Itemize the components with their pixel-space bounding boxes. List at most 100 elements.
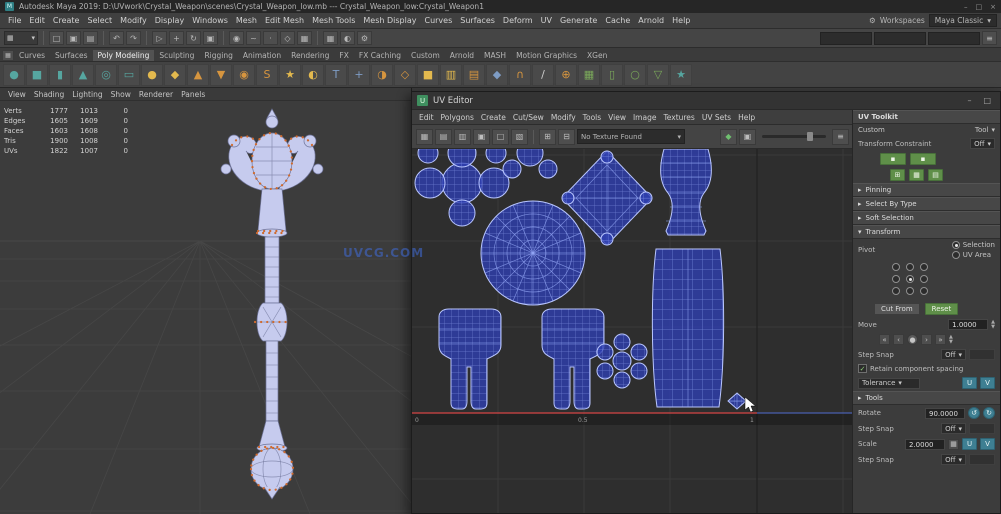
input-field-z[interactable] xyxy=(928,31,980,45)
uv-menu-3[interactable]: Cut/Sew xyxy=(510,113,547,122)
texture-dropdown[interactable]: No Texture Found ▾ xyxy=(577,129,685,144)
uv-borders-toggle-icon[interactable]: □ xyxy=(492,128,509,145)
input-field-x[interactable] xyxy=(820,31,872,45)
shelf-tab-1[interactable]: Surfaces xyxy=(50,50,92,61)
shelf-cube-icon[interactable]: ■ xyxy=(26,63,48,86)
shelf-pipe-icon[interactable]: ◉ xyxy=(233,63,255,86)
panel-menu-3[interactable]: Show xyxy=(108,90,134,99)
uv-grid-quick-button[interactable]: ⊞ xyxy=(890,169,905,181)
uv-pixel-snap-icon[interactable]: ⊟ xyxy=(558,128,575,145)
uv-editor-titlebar[interactable]: U UV Editor – □ xyxy=(412,92,1000,110)
pivot-pos-n[interactable] xyxy=(906,263,914,271)
shelf-sphere-icon[interactable]: ● xyxy=(3,63,25,86)
shelf-target-weld-icon[interactable]: ⊕ xyxy=(555,63,577,86)
cut-from-button[interactable]: Cut From xyxy=(874,303,920,315)
uv-menu-10[interactable]: Help xyxy=(735,113,758,122)
shelf-boolean-difference-icon[interactable]: ◇ xyxy=(394,63,416,86)
uv-shaded-toggle-icon[interactable]: ▤ xyxy=(435,128,452,145)
move-step-snap-dropdown[interactable]: Off ▾ xyxy=(941,349,966,360)
uv-grid-toggle-icon[interactable]: ▦ xyxy=(416,128,433,145)
uv-menu-1[interactable]: Polygons xyxy=(438,113,477,122)
panel-menu-4[interactable]: Renderer xyxy=(136,90,176,99)
snap-to-curve-icon[interactable]: ~ xyxy=(246,31,261,45)
menu-7[interactable]: Mesh xyxy=(232,15,261,26)
menu-14[interactable]: UV xyxy=(537,15,556,26)
uv-menu-2[interactable]: Create xyxy=(478,113,509,122)
shelf-helix-icon[interactable]: S xyxy=(256,63,278,86)
move-right-button[interactable]: › xyxy=(921,334,932,345)
uv-shade-quick-button[interactable]: ▤ xyxy=(928,169,943,181)
menu-17[interactable]: Arnold xyxy=(634,15,668,26)
uv-texture-toggle-icon[interactable]: ▣ xyxy=(473,128,490,145)
shelf-bevel-icon[interactable]: ◆ xyxy=(486,63,508,86)
menu-10[interactable]: Mesh Display xyxy=(359,15,420,26)
shelf-cone-icon[interactable]: ▲ xyxy=(72,63,94,86)
tolerance-u-button[interactable]: U xyxy=(962,377,977,389)
uv-wireframe-toggle-icon[interactable]: ▥ xyxy=(454,128,471,145)
scale-value-input[interactable]: 2.0000 xyxy=(905,438,945,450)
uv-menu-9[interactable]: UV Sets xyxy=(699,113,734,122)
shelf-combine-icon[interactable]: ■ xyxy=(417,63,439,86)
input-field-y[interactable] xyxy=(874,31,926,45)
retain-spacing-checkbox[interactable]: ✓ xyxy=(858,364,867,373)
pivot-pos-nw[interactable] xyxy=(892,263,900,271)
menu-16[interactable]: Cache xyxy=(601,15,634,26)
menu-9[interactable]: Mesh Tools xyxy=(308,15,359,26)
scale-step-snap-dropdown[interactable]: Off ▾ xyxy=(941,454,966,465)
move-far-right-button[interactable]: » xyxy=(935,334,946,345)
move-center-button[interactable]: ● xyxy=(907,334,918,345)
menu-3[interactable]: Select xyxy=(83,15,116,26)
scale-u-button[interactable]: U xyxy=(962,438,977,450)
uv-shell-column[interactable] xyxy=(651,248,725,408)
move-value-input[interactable]: 1.0000 xyxy=(948,319,989,330)
shelf-tab-12[interactable]: Motion Graphics xyxy=(511,50,582,61)
menu-4[interactable]: Modify xyxy=(116,15,151,26)
move-tool-icon[interactable]: + xyxy=(169,31,184,45)
section-pinning[interactable]: ▸ Pinning xyxy=(853,183,1000,197)
undo-icon[interactable]: ↶ xyxy=(109,31,124,45)
section-select-by-type[interactable]: ▸ Select By Type xyxy=(853,197,1000,211)
panel-menu-2[interactable]: Lighting xyxy=(69,90,105,99)
select-tool-icon[interactable]: ▷ xyxy=(152,31,167,45)
pivot-pos-e[interactable] xyxy=(920,275,928,283)
uv-canvas[interactable]: 0 0.5 1 xyxy=(412,149,853,513)
scale-tool-icon[interactable]: ▣ xyxy=(203,31,218,45)
panel-menu-1[interactable]: Shading xyxy=(31,90,67,99)
scale-options-button[interactable]: ▦ xyxy=(948,438,959,450)
transform-constraint-dropdown[interactable]: Off ▾ xyxy=(970,138,995,149)
shelf-torus-icon[interactable]: ◎ xyxy=(95,63,117,86)
shelf-tab-5[interactable]: Animation xyxy=(238,50,286,61)
new-scene-icon[interactable]: □ xyxy=(49,31,64,45)
open-scene-icon[interactable]: ▣ xyxy=(66,31,81,45)
rotate-value-input[interactable]: 90.0000 xyxy=(925,407,965,419)
menu-1[interactable]: Edit xyxy=(25,15,49,26)
rotate-ccw-button[interactable]: ↺ xyxy=(968,407,980,419)
uv-minimize-button[interactable]: – xyxy=(967,96,971,105)
menu-13[interactable]: Deform xyxy=(499,15,537,26)
shelf-tab-4[interactable]: Rigging xyxy=(199,50,237,61)
redo-icon[interactable]: ↷ xyxy=(126,31,141,45)
tolerance-dropdown[interactable]: Tolerance ▾ xyxy=(858,377,920,389)
shelf-favorites-icon[interactable]: ★ xyxy=(670,63,692,86)
section-soft-selection[interactable]: ▸ Soft Selection xyxy=(853,211,1000,225)
perspective-viewport[interactable]: View Shading Lighting Show Renderer Panels Ve… xyxy=(0,88,412,514)
tab-custom[interactable]: Custom xyxy=(858,126,885,134)
save-scene-icon[interactable]: ▤ xyxy=(83,31,98,45)
shelf-separate-icon[interactable]: ▥ xyxy=(440,63,462,86)
shelf-menu-icon[interactable]: ▦ xyxy=(2,50,14,61)
slider-thumb[interactable] xyxy=(806,132,813,141)
uv-menu-8[interactable]: Textures xyxy=(660,113,697,122)
shelf-tab-0[interactable]: Curves xyxy=(14,50,50,61)
shelf-svg-icon[interactable]: + xyxy=(348,63,370,86)
shelf-mirror-icon[interactable]: ▯ xyxy=(601,63,623,86)
uv-sew-quick-button[interactable]: ▪ xyxy=(910,153,936,165)
menu-8[interactable]: Edit Mesh xyxy=(261,15,308,26)
uv-menu-5[interactable]: Tools xyxy=(580,113,604,122)
shelf-extrude-icon[interactable]: ▤ xyxy=(463,63,485,86)
shelf-bridge-icon[interactable]: ∩ xyxy=(509,63,531,86)
move-left-button[interactable]: ‹ xyxy=(893,334,904,345)
uv-maximize-button[interactable]: □ xyxy=(983,96,991,105)
sidebar-toggle-icon[interactable]: ≡ xyxy=(982,31,997,45)
pivot-selection-radio[interactable] xyxy=(951,241,960,249)
shelf-plane-icon[interactable]: ▭ xyxy=(118,63,140,86)
